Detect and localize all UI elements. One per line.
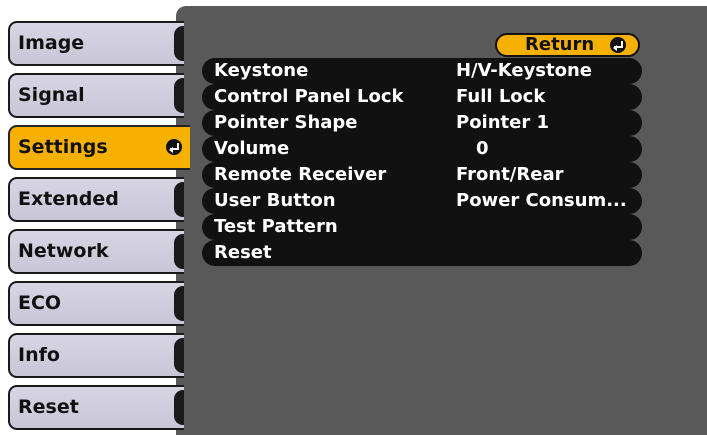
setting-label: Keystone	[214, 60, 309, 81]
setting-label: User Button	[214, 190, 336, 211]
tab-label: Reset	[18, 396, 79, 418]
setting-row-remote-receiver[interactable]: Remote Receiver Front/Rear	[202, 162, 642, 188]
tab-label: Network	[18, 240, 109, 262]
setting-label: Test Pattern	[214, 216, 338, 237]
setting-row-volume[interactable]: Volume 0	[202, 136, 642, 162]
return-label: Return	[525, 34, 595, 55]
setting-value: Pointer 1	[456, 112, 550, 133]
setting-row-test-pattern[interactable]: Test Pattern	[202, 214, 642, 240]
setting-label: Remote Receiver	[214, 164, 387, 185]
tab-network[interactable]: Network	[8, 229, 184, 274]
setting-label: Control Panel Lock	[214, 86, 404, 107]
setting-value: Front/Rear	[456, 164, 564, 185]
projector-menu: Image Signal Settings Extended Network E…	[0, 0, 707, 435]
setting-row-reset[interactable]: Reset	[202, 240, 642, 266]
setting-value: Full Lock	[456, 86, 546, 107]
setting-label: Volume	[214, 138, 290, 159]
return-button[interactable]: Return	[495, 33, 640, 57]
setting-row-pointer-shape[interactable]: Pointer Shape Pointer 1	[202, 110, 642, 136]
tab-settings[interactable]: Settings	[8, 125, 190, 170]
setting-value: 0	[476, 138, 489, 159]
tab-reset[interactable]: Reset	[8, 385, 184, 430]
setting-row-keystone[interactable]: Keystone H/V-Keystone	[202, 58, 642, 84]
tab-extended[interactable]: Extended	[8, 177, 184, 222]
enter-icon	[610, 37, 626, 53]
tab-label: Settings	[18, 136, 108, 158]
setting-label: Reset	[214, 242, 272, 263]
tab-label: Image	[18, 32, 85, 54]
tab-label: Extended	[18, 188, 119, 210]
tab-label: Signal	[18, 84, 85, 106]
setting-row-user-button[interactable]: User Button Power Consum...	[202, 188, 642, 214]
tab-info[interactable]: Info	[8, 333, 184, 378]
setting-value: Power Consum...	[456, 190, 627, 211]
enter-icon	[166, 139, 182, 155]
setting-value: H/V-Keystone	[456, 60, 593, 81]
setting-label: Pointer Shape	[214, 112, 358, 133]
tab-label: Info	[18, 344, 60, 366]
tab-image[interactable]: Image	[8, 21, 184, 66]
setting-row-control-panel-lock[interactable]: Control Panel Lock Full Lock	[202, 84, 642, 110]
tab-label: ECO	[18, 292, 62, 314]
tab-eco[interactable]: ECO	[8, 281, 184, 326]
tab-signal[interactable]: Signal	[8, 73, 184, 118]
